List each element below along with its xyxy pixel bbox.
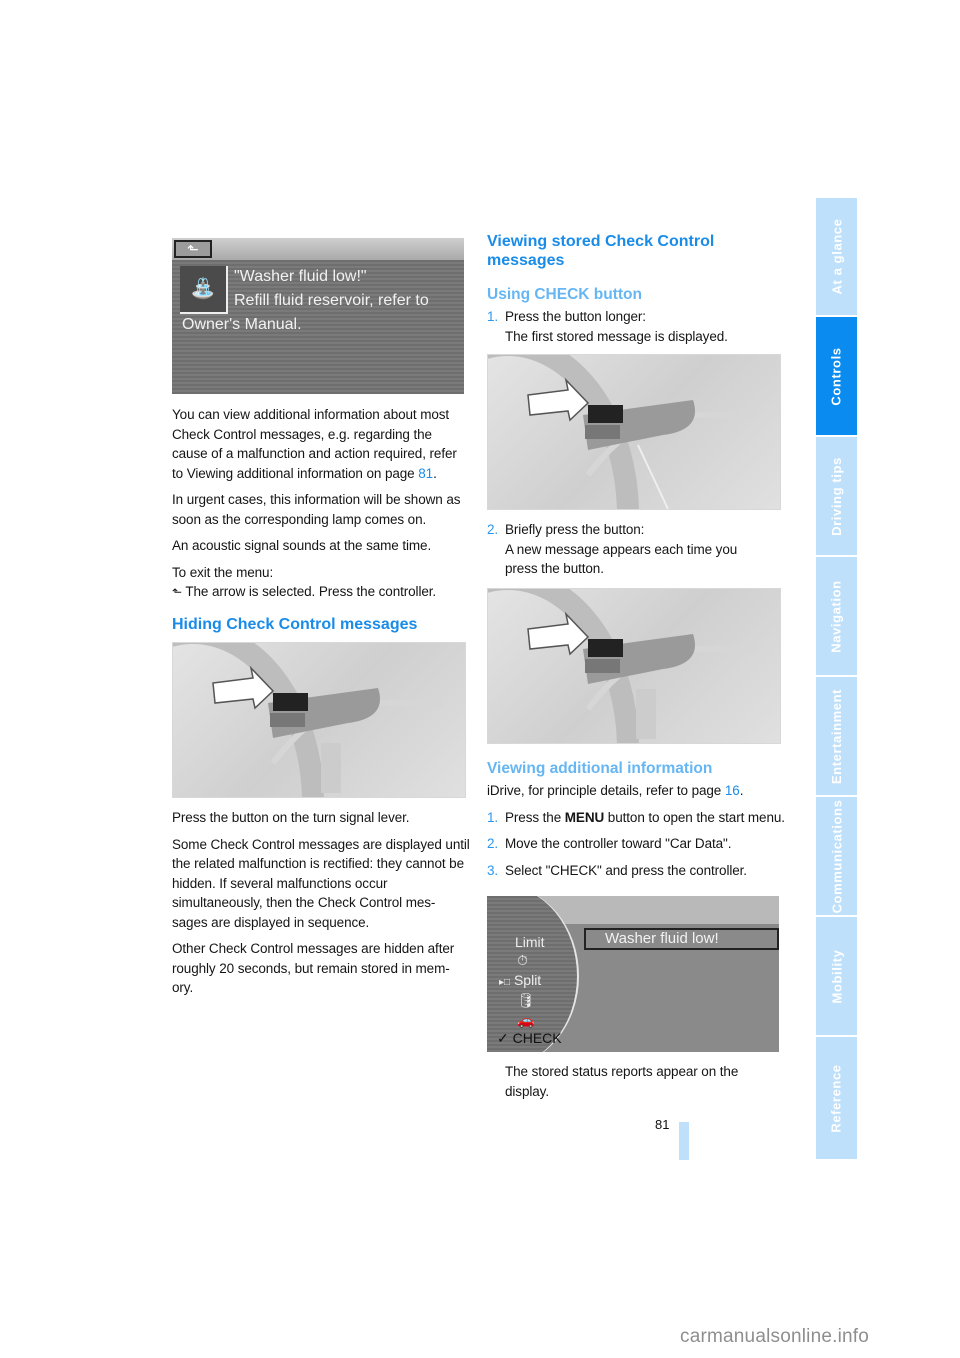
turn-signal-lever-image-3 <box>487 588 781 744</box>
message-line-3: Owner's Manual. <box>182 316 302 333</box>
subheading-using-check-button: Using CHECK button <box>487 286 642 303</box>
oil-can-icon: 🛢 <box>517 992 535 1008</box>
washer-fluid-icon: ⛲ <box>180 266 228 314</box>
check-control-screen: ⬑ ⛲ "Washer fluid low!" Refill fluid res… <box>172 238 464 394</box>
paragraph-urgent: In urgent cases, this information will b… <box>172 492 461 527</box>
car-data-check-screen: Washer fluid low! Limit ⏱ ▸□ Split 🛢 🚗 ✓… <box>487 896 779 1052</box>
turn-signal-lever-image <box>172 642 466 798</box>
side-tab-controls[interactable]: Controls <box>816 317 857 435</box>
step-2-car-data: 2. Move the controller toward "Car Data". <box>487 836 732 851</box>
page-link-81[interactable]: 81 <box>418 466 433 481</box>
menu-item-split: ▸□ Split <box>499 972 542 988</box>
page-number: 81 <box>655 1117 670 1132</box>
back-arrow-icon: ⬑ <box>172 585 182 599</box>
screen-top-bar <box>172 238 464 260</box>
paragraph-acoustic: An acoustic signal sounds at the same ti… <box>172 538 432 553</box>
split-icon: ▸□ <box>499 977 511 988</box>
right-text-block-idrive: iDrive, for principle details, refer to … <box>487 781 787 887</box>
back-arrow-icon: ⬑ <box>174 240 212 258</box>
side-tab-reference[interactable]: Reference <box>816 1037 857 1159</box>
paragraph-stored-status: The stored status reports appear on the … <box>505 1064 739 1099</box>
step-2-briefly-press: 2. Briefly press the button: A new messag… <box>487 522 738 576</box>
timer-icon: ⏱ <box>517 952 528 968</box>
side-tab-at-a-glance[interactable]: At a glance <box>816 198 857 315</box>
checkmark-icon: ✓ <box>497 1030 509 1046</box>
left-text-block-1: You can view additional information abou… <box>172 405 467 610</box>
paragraph-other-messages: Other Check Control messages are hidden … <box>172 941 455 995</box>
paragraph-exit-menu: To exit the menu: ⬑ The arrow is selecte… <box>172 564 437 600</box>
message-line-2: Refill fluid reservoir, refer to <box>234 292 429 309</box>
side-tab-communications[interactable]: Communications <box>816 797 857 915</box>
lever-illustration <box>488 589 758 743</box>
left-text-block-2: Press the button on the turn signal leve… <box>172 808 470 1005</box>
paragraph-view-info: You can view additional information abou… <box>172 407 457 481</box>
lever-illustration <box>173 643 443 797</box>
menu-button-glyph: MENU <box>564 809 605 825</box>
side-tab-mobility[interactable]: Mobility <box>816 917 857 1035</box>
turn-signal-lever-image-2 <box>487 354 781 510</box>
step-number: 1. <box>487 309 499 324</box>
lever-illustration <box>488 355 758 509</box>
paragraph-press-button: Press the button on the turn signal leve… <box>172 810 410 825</box>
message-washer-fluid-low: Washer fluid low! <box>605 930 719 947</box>
message-title: "Washer fluid low!" <box>234 268 367 285</box>
side-tab-entertainment[interactable]: Entertainment <box>816 677 857 795</box>
footer-watermark[interactable]: carmanualsonline.info <box>680 1326 869 1348</box>
subheading-viewing-additional: Viewing additional information <box>487 760 713 777</box>
step-3-select-check: 3. Select "CHECK" and press the controlle… <box>487 862 747 878</box>
step-1-press-longer: 1. Press the button longer: The first sto… <box>487 309 728 344</box>
page-link-16[interactable]: 16 <box>725 783 740 798</box>
step-1-menu: 1. Press the MENU button to open the star… <box>487 809 785 825</box>
paragraph-idrive-intro: iDrive, for principle details, refer to … <box>487 783 744 798</box>
side-tab-navigation[interactable]: Navigation <box>816 557 857 675</box>
menu-item-limit: Limit <box>515 934 545 950</box>
paragraph-some-messages: Some Check Control messages are displaye… <box>172 836 470 930</box>
menu-item-check: ✓ CHECK <box>497 1030 562 1046</box>
heading-hiding-check-control: Hiding Check Control messages <box>172 616 418 633</box>
page-marker-bar <box>679 1122 689 1160</box>
heading-viewing-stored: Viewing stored Check Control messages <box>487 233 715 269</box>
car-service-icon: 🚗 <box>517 1012 535 1028</box>
side-tab-driving-tips[interactable]: Driving tips <box>816 437 857 555</box>
step-number: 2. <box>487 522 499 537</box>
